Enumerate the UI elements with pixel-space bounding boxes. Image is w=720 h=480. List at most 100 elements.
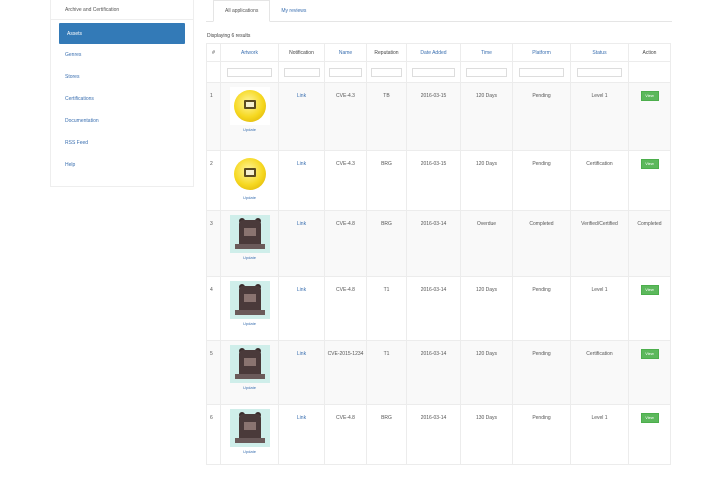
tab-my-reviews[interactable]: My reviews — [270, 0, 317, 21]
app-icon-thumbnail[interactable] — [229, 281, 270, 319]
sidebar-item-assets[interactable]: Assets — [59, 23, 185, 44]
reputation-cell: T1 — [366, 276, 407, 341]
column-header-platform[interactable]: Platform — [512, 43, 571, 62]
artwork-cell: Update — [220, 82, 279, 151]
filter-cell — [570, 61, 629, 83]
notification-cell: Link — [278, 210, 325, 277]
status-cell: Verified/Certified — [570, 210, 629, 277]
filter-reputation-input[interactable] — [370, 67, 403, 77]
column-header-number: # — [206, 43, 221, 62]
action-cell: View — [628, 150, 671, 211]
filter-status-input[interactable] — [576, 67, 623, 77]
artwork-caption-link[interactable]: Update — [243, 321, 256, 326]
filter-cell — [512, 61, 571, 83]
artwork-caption-link[interactable]: Update — [243, 385, 256, 390]
filter-cell — [324, 61, 367, 83]
filter-cell — [278, 61, 325, 83]
results-count: Displaying 6 results — [207, 33, 251, 39]
table-row: 6 Update Link CVE-4.8 BRG 2016-03-14 130… — [206, 404, 671, 465]
table-row: 1 Update Link CVE-4.3 TB 2016-03-15 120 … — [206, 82, 671, 151]
column-header-date-added[interactable]: Date Added — [406, 43, 461, 62]
filter-cell — [220, 61, 279, 83]
column-header-artwork[interactable]: Artwork — [220, 43, 279, 62]
filter-cell — [460, 61, 513, 83]
artwork-caption-link[interactable]: Update — [243, 195, 256, 200]
time-cell: Overdue — [460, 210, 513, 277]
notification-link[interactable]: Link — [297, 221, 306, 227]
tab-all-applications[interactable]: All applications — [213, 0, 271, 22]
artwork-cell: Update — [220, 276, 279, 341]
filter-time-input[interactable] — [466, 67, 507, 77]
reputation-cell: BRG — [366, 150, 407, 211]
name-cell: CVE-4.3 — [324, 82, 367, 151]
filter-artwork-input[interactable] — [226, 67, 273, 77]
app-icon-thumbnail[interactable] — [229, 155, 270, 193]
filter-cell — [366, 61, 407, 83]
sidebar-item-certifications[interactable]: Certifications — [51, 88, 193, 110]
column-header-status[interactable]: Status — [570, 43, 629, 62]
notification-link[interactable]: Link — [297, 287, 306, 293]
column-header-time[interactable]: Time — [460, 43, 513, 62]
app-icon-thumbnail[interactable] — [229, 345, 270, 383]
name-cell: CVE-4.3 — [324, 150, 367, 211]
status-cell: Level 1 — [570, 404, 629, 465]
filter-notification-input[interactable] — [283, 67, 320, 77]
artwork-cell: Update — [220, 404, 279, 465]
notification-link[interactable]: Link — [297, 161, 306, 167]
row-number: 3 — [206, 210, 221, 277]
notification-link[interactable]: Link — [297, 93, 306, 99]
reputation-cell: TB — [366, 82, 407, 151]
action-cell: View — [628, 276, 671, 341]
reputation-cell: T1 — [366, 340, 407, 405]
sidebar-item-documentation[interactable]: Documentation — [51, 110, 193, 132]
column-header-name[interactable]: Name — [324, 43, 367, 62]
notification-link[interactable]: Link — [297, 415, 306, 421]
sidebar-header: Archive and Certification — [51, 0, 193, 20]
artwork-caption-link[interactable]: Update — [243, 449, 256, 454]
row-number: 5 — [206, 340, 221, 405]
sidebar-item-rss-feed[interactable]: RSS Feed — [51, 132, 193, 154]
table-row: 2 Update Link CVE-4.3 BRG 2016-03-15 120… — [206, 150, 671, 211]
artwork-caption-link[interactable]: Update — [243, 255, 256, 260]
filter-cell — [406, 61, 461, 83]
column-header-notification: Notification — [278, 43, 325, 62]
app-icon-thumbnail[interactable] — [229, 409, 270, 447]
table-row: 3 Update Link CVE-4.8 BRG 2016-03-14 Ove… — [206, 210, 671, 277]
notification-cell: Link — [278, 340, 325, 405]
applications-table: # Artwork Notification Name Reputation D… — [206, 43, 671, 465]
table-body: 1 Update Link CVE-4.3 TB 2016-03-15 120 … — [206, 82, 671, 465]
name-cell: CVE-4.8 — [324, 404, 367, 465]
time-cell: 120 Days — [460, 340, 513, 405]
view-button[interactable]: View — [640, 413, 659, 423]
platform-cell: Completed — [512, 210, 571, 277]
date-cell: 2016-03-14 — [406, 276, 461, 341]
column-header-reputation: Reputation — [366, 43, 407, 62]
date-cell: 2016-03-14 — [406, 210, 461, 277]
status-cell: Level 1 — [570, 82, 629, 151]
platform-cell: Pending — [512, 150, 571, 211]
app-icon-thumbnail[interactable] — [229, 87, 270, 125]
notification-link[interactable]: Link — [297, 351, 306, 357]
notification-cell: Link — [278, 150, 325, 211]
sidebar-item-genres[interactable]: Genres — [51, 44, 193, 66]
filter-name-input[interactable] — [329, 67, 362, 77]
app-icon-thumbnail[interactable] — [229, 215, 270, 253]
filter-platform-input[interactable] — [518, 67, 565, 77]
filter-row — [206, 61, 671, 83]
artwork-cell: Update — [220, 340, 279, 405]
sidebar: Archive and Certification Assets Genres … — [50, 0, 194, 187]
filter-cell — [628, 61, 671, 83]
platform-cell: Pending — [512, 82, 571, 151]
sidebar-item-help[interactable]: Help — [51, 154, 193, 176]
view-button[interactable]: View — [640, 91, 659, 101]
notification-cell: Link — [278, 82, 325, 151]
artwork-caption-link[interactable]: Update — [243, 127, 256, 132]
sidebar-item-stores[interactable]: Stores — [51, 66, 193, 88]
name-cell: CVE-4.8 — [324, 276, 367, 341]
filter-cell — [206, 61, 221, 83]
header-row: # Artwork Notification Name Reputation D… — [206, 43, 671, 62]
view-button[interactable]: View — [640, 159, 659, 169]
view-button[interactable]: View — [640, 349, 659, 359]
view-button[interactable]: View — [640, 285, 659, 295]
filter-date-input[interactable] — [412, 67, 455, 77]
